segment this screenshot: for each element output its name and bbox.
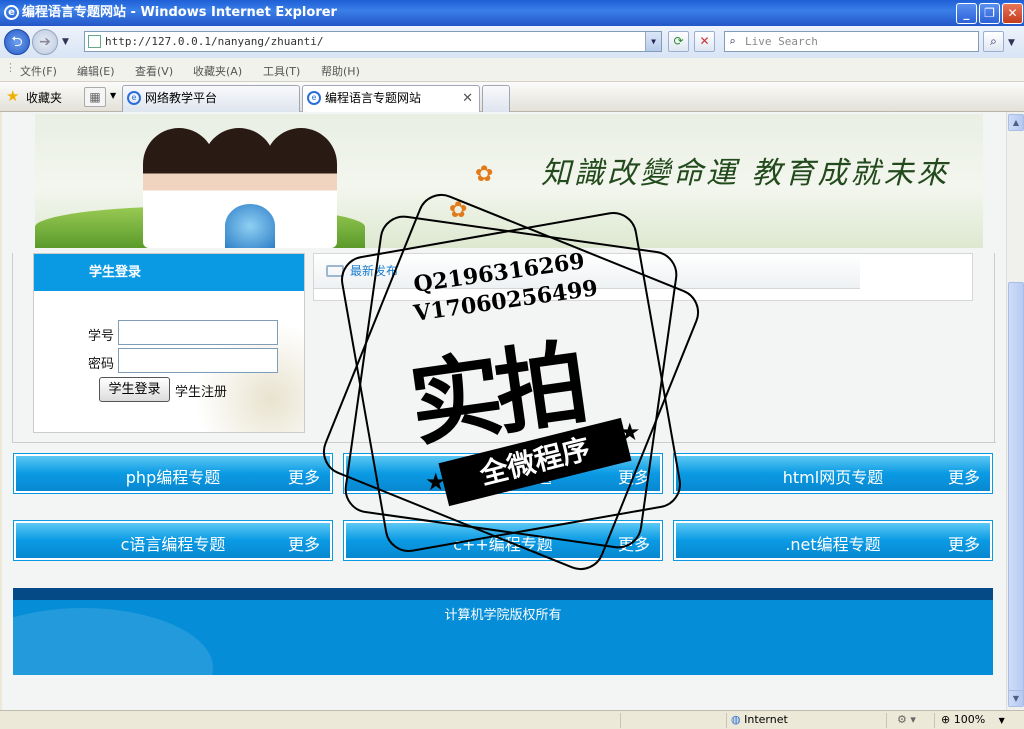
zoom-icon: ⊕ (941, 713, 951, 726)
minimize-button[interactable]: _ (956, 3, 977, 24)
login-panel: 学生登录 学号 密码 学生登录 学生注册 (33, 253, 305, 433)
address-field[interactable]: http://127.0.0.1/nanyang/zhuanti/ ▼ (84, 31, 662, 52)
tab-programming-site[interactable]: e 编程语言专题网站 ✕ (302, 85, 480, 112)
login-title: 学生登录 (34, 254, 304, 291)
new-tab-button[interactable] (482, 85, 510, 112)
address-text: http://127.0.0.1/nanyang/zhuanti/ (105, 35, 324, 48)
content-border (994, 253, 995, 443)
scroll-thumb[interactable] (1008, 282, 1024, 692)
topic-title[interactable]: c语言编程专题 (16, 531, 330, 555)
tab-teaching-platform[interactable]: e 网络教学平台 (122, 85, 300, 112)
content-border (12, 253, 13, 443)
title-bar: e 编程语言专题网站 - Windows Internet Explorer _… (0, 0, 1024, 26)
topic-more-link[interactable]: 更多 (948, 464, 980, 488)
menu-bar: ⋮ 文件(F) 编辑(E) 查看(V) 收藏夹(A) 工具(T) 帮助(H) (0, 58, 1024, 82)
tab-list-dropdown-icon[interactable]: ▼ (110, 91, 116, 100)
address-dropdown-icon[interactable]: ▼ (645, 32, 661, 51)
zoom-control[interactable]: ⊕ 100% ▼ (934, 713, 1024, 728)
status-separator (620, 713, 621, 728)
status-bar: ◍ Internet ⚙ ▾ ⊕ 100% ▼ (0, 710, 1024, 729)
topic-html[interactable]: html网页专题 更多 (673, 453, 993, 494)
restore-button[interactable]: ❐ (979, 3, 1000, 24)
page-footer: 计算机学院版权所有 (13, 588, 993, 675)
student-id-input[interactable] (118, 320, 278, 345)
window-title: 编程语言专题网站 - Windows Internet Explorer (22, 5, 337, 20)
search-options-icon[interactable]: ▼ (1008, 38, 1015, 48)
protected-mode-icon[interactable]: ⚙ ▾ (886, 713, 934, 728)
search-placeholder: Live Search (745, 35, 818, 48)
tab-label: 网络教学平台 (145, 91, 218, 105)
topic-more-link[interactable]: 更多 (288, 464, 320, 488)
search-go-button[interactable]: ⌕ (983, 31, 1004, 52)
banner-student (265, 128, 337, 248)
sunflower-icon: ✿ (475, 162, 494, 187)
close-tab-icon[interactable]: ✕ (462, 86, 473, 111)
menu-help[interactable]: 帮助(H) (321, 63, 360, 79)
globe-icon: ◍ (731, 713, 741, 726)
stop-button[interactable]: ✕ (694, 31, 715, 52)
register-link[interactable]: 学生注册 (175, 381, 227, 400)
globe-image (225, 204, 275, 248)
search-input[interactable]: ⌕ Live Search (724, 31, 979, 52)
favorites-button[interactable]: 收藏夹 (26, 89, 62, 106)
ie-tab-icon: e (307, 91, 321, 105)
topic-title[interactable]: .net编程专题 (676, 531, 990, 555)
topic-more-link[interactable]: 更多 (288, 531, 320, 555)
topic-dotnet[interactable]: .net编程专题 更多 (673, 520, 993, 561)
page-icon (88, 35, 101, 48)
password-input[interactable] (118, 348, 278, 373)
ie-tab-icon: e (127, 91, 141, 105)
search-icon: ⌕ (729, 35, 736, 48)
tab-label: 编程语言专题网站 (325, 91, 422, 105)
quick-tabs-icon[interactable]: ▦ (84, 87, 106, 107)
zoom-dropdown-icon[interactable]: ▼ (999, 716, 1005, 725)
topic-php[interactable]: php编程专题 更多 (13, 453, 333, 494)
scroll-up-icon[interactable]: ▲ (1008, 114, 1024, 131)
star-icon: ★ (425, 468, 447, 496)
grip-icon: ⋮ (5, 61, 16, 74)
topic-c[interactable]: c语言编程专题 更多 (13, 520, 333, 561)
forward-button[interactable]: ➔ (32, 29, 58, 55)
ie-logo-icon: e (4, 5, 19, 20)
menu-edit[interactable]: 编辑(E) (77, 63, 115, 79)
scroll-down-icon[interactable]: ▼ (1008, 690, 1024, 707)
favorites-bar: ★ 收藏夹 ▦ ▼ e 网络教学平台 e 编程语言专题网站 ✕ (0, 82, 1024, 112)
history-dropdown-icon[interactable]: ▼ (62, 37, 69, 47)
topic-title[interactable]: php编程专题 (16, 464, 330, 488)
zoom-level: 100% (953, 713, 986, 726)
star-icon: ★ (6, 87, 20, 105)
browser-window: e 编程语言专题网站 - Windows Internet Explorer _… (0, 0, 1024, 729)
topic-title[interactable]: html网页专题 (676, 464, 990, 488)
menu-tools[interactable]: 工具(T) (263, 63, 300, 79)
vertical-scrollbar[interactable]: ▲ ▼ (1006, 112, 1024, 710)
menu-favorites[interactable]: 收藏夹(A) (193, 63, 242, 79)
topic-more-link[interactable]: 更多 (948, 531, 980, 555)
security-zone: ◍ Internet (726, 713, 886, 728)
zone-label: Internet (744, 713, 788, 726)
menu-view[interactable]: 查看(V) (135, 63, 173, 79)
copyright-text: 计算机学院版权所有 (444, 608, 562, 623)
back-button[interactable]: ⮌ (4, 29, 30, 55)
login-button[interactable]: 学生登录 (99, 377, 170, 402)
address-toolbar: ⮌ ➔ ▼ http://127.0.0.1/nanyang/zhuanti/ … (0, 26, 1024, 58)
refresh-button[interactable]: ⟳ (668, 31, 689, 52)
footer-band (13, 588, 993, 600)
watermark-stamp: Q2196316269 V17060256499 实拍 全微程序 ★ ★ (315, 186, 707, 578)
menu-file[interactable]: 文件(F) (20, 63, 57, 79)
password-label: 密码 (88, 357, 115, 372)
student-id-label: 学号 (88, 329, 115, 344)
banner-slogan: 知識改變命運 教育成就未來 (541, 156, 950, 191)
close-window-button[interactable]: ✕ (1002, 3, 1023, 24)
star-icon: ★ (619, 418, 641, 446)
